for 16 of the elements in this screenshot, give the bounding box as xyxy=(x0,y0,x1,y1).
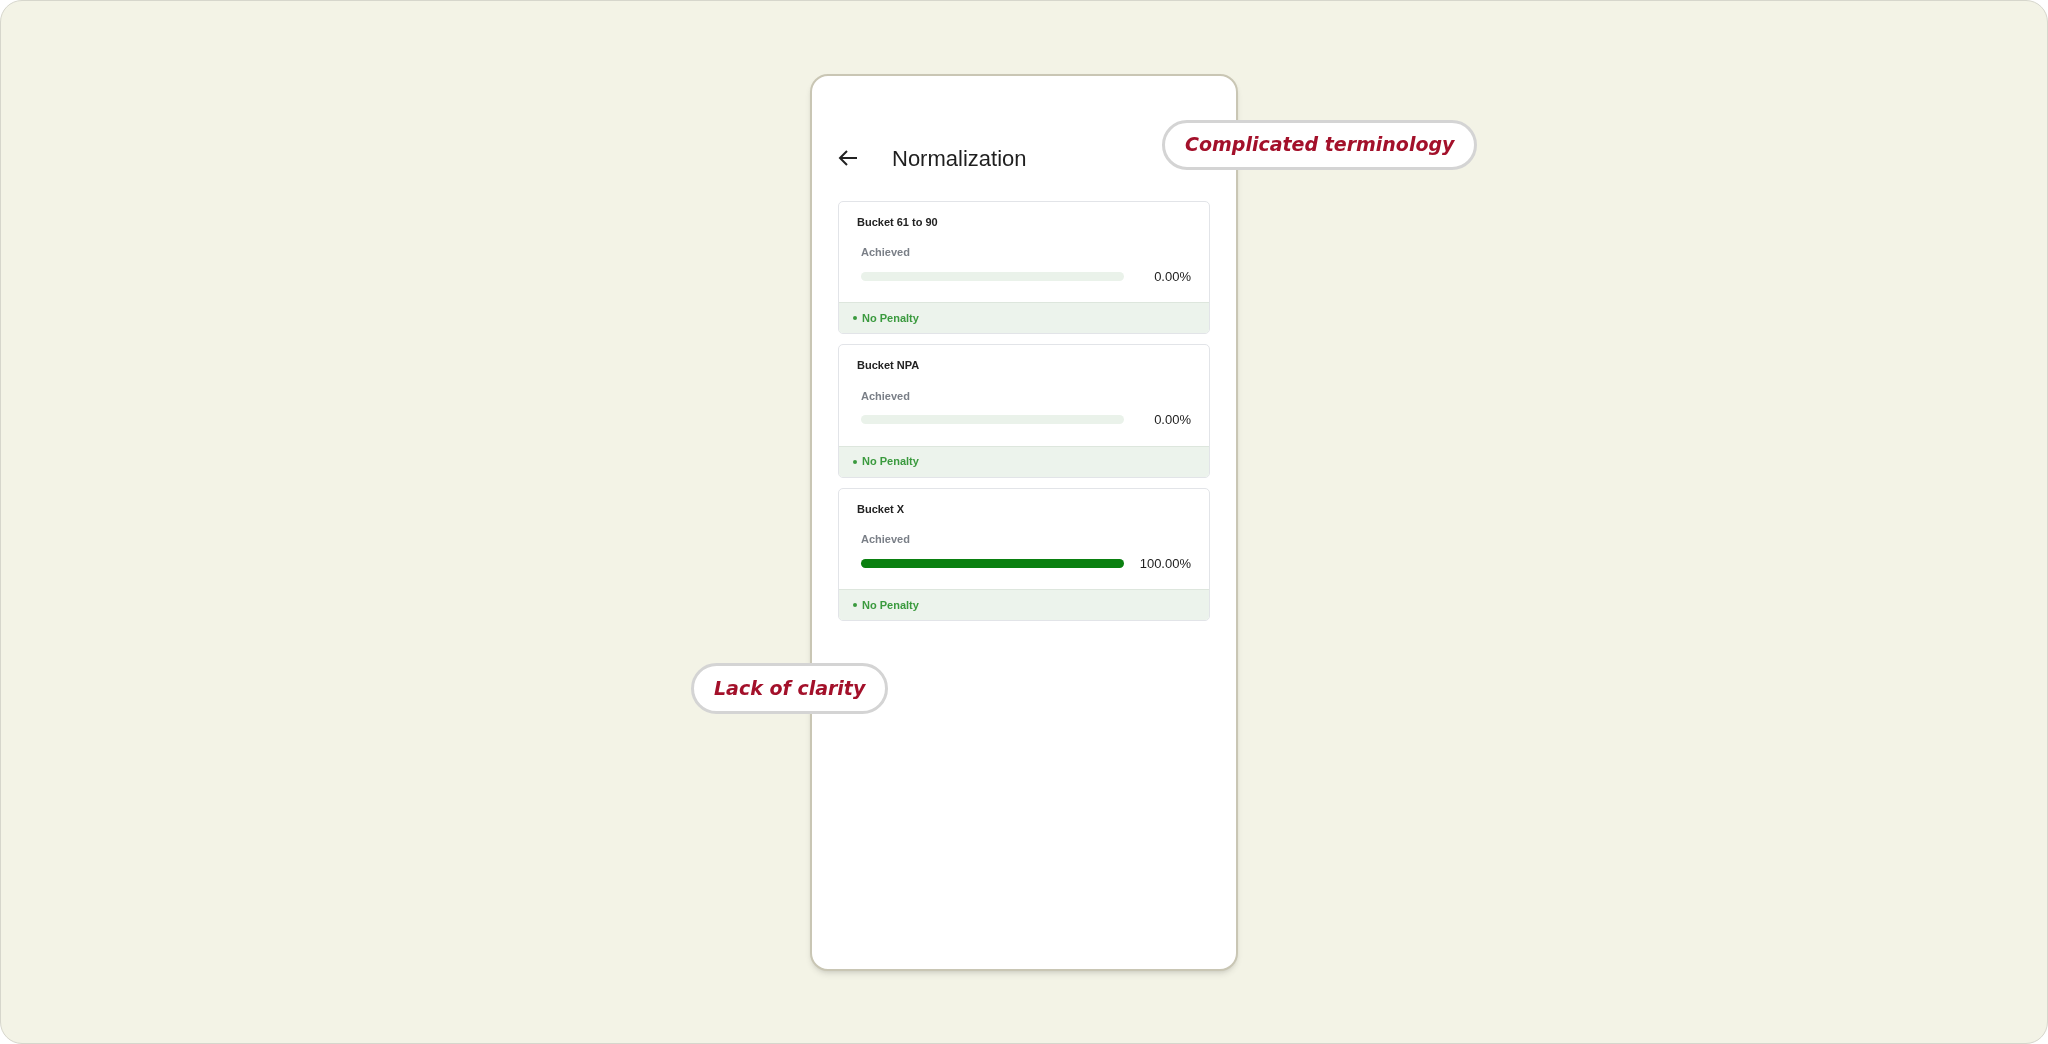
status-text: No Penalty xyxy=(862,310,919,326)
back-arrow-icon[interactable] xyxy=(838,149,858,167)
card-title: Bucket 61 to 90 xyxy=(857,214,939,230)
card-title: Bucket NPA xyxy=(857,358,921,373)
metric-label: Achieved xyxy=(861,245,911,260)
card-title: Bucket X xyxy=(857,501,906,517)
metric-label: Achieved xyxy=(861,532,911,547)
callout: Lack of clarity xyxy=(691,662,889,714)
status-text: No Penalty xyxy=(862,454,919,470)
metric-label: Achieved xyxy=(861,388,911,404)
screen-title: Normalization xyxy=(892,144,1027,173)
percent-value: 100.00% xyxy=(1139,554,1191,573)
percent-value: 0.00% xyxy=(1154,411,1191,429)
callout: Complicated terminology xyxy=(1162,119,1478,170)
status-text: No Penalty xyxy=(862,597,919,613)
percent-value: 0.00% xyxy=(1154,267,1191,286)
